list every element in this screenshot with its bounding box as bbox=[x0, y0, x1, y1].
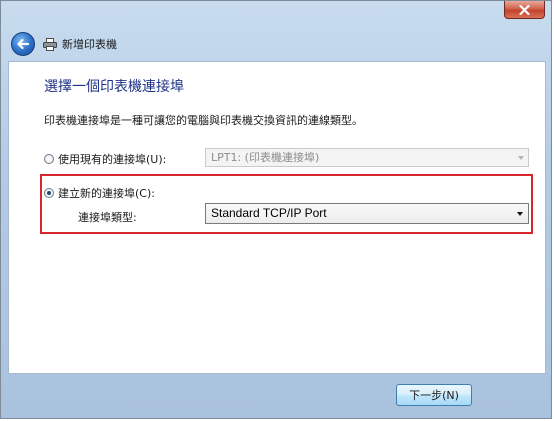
port-type-value: Standard TCP/IP Port bbox=[211, 206, 327, 220]
wizard-content: 選擇一個印表機連接埠 印表機連接埠是一種可讓您的電腦與印表機交換資訊的連線類型。… bbox=[8, 61, 546, 374]
existing-port-select: LPT1: (印表機連接埠) bbox=[205, 148, 529, 167]
page-description: 印表機連接埠是一種可讓您的電腦與印表機交換資訊的連線類型。 bbox=[44, 114, 363, 127]
dialog-window: 新增印表機 選擇一個印表機連接埠 印表機連接埠是一種可讓您的電腦與印表機交換資訊… bbox=[0, 0, 552, 419]
wizard-footer: 下一步(N) bbox=[8, 374, 546, 412]
use-existing-port-radio[interactable] bbox=[44, 154, 54, 164]
chevron-down-icon bbox=[517, 212, 523, 216]
existing-port-value: LPT1: (印表機連接埠) bbox=[211, 151, 320, 164]
use-existing-port-option[interactable]: 使用現有的連接埠(U): bbox=[44, 151, 166, 167]
page-heading: 選擇一個印表機連接埠 bbox=[44, 79, 184, 95]
back-arrow-icon bbox=[17, 38, 30, 50]
chevron-down-icon bbox=[518, 156, 524, 160]
create-new-port-option[interactable]: 建立新的連接埠(C): bbox=[44, 185, 155, 201]
port-type-label: 連接埠類型: bbox=[78, 211, 137, 224]
close-button[interactable] bbox=[504, 1, 545, 19]
printer-icon bbox=[43, 37, 57, 51]
back-button[interactable] bbox=[11, 32, 35, 56]
port-type-select[interactable]: Standard TCP/IP Port bbox=[205, 203, 529, 224]
navigation-bar: 新增印表機 bbox=[8, 27, 544, 61]
create-new-port-radio[interactable] bbox=[44, 188, 54, 198]
window-title: 新增印表機 bbox=[62, 38, 117, 51]
use-existing-port-label: 使用現有的連接埠(U): bbox=[58, 153, 167, 166]
next-button[interactable]: 下一步(N) bbox=[396, 384, 472, 406]
create-new-port-label: 建立新的連接埠(C): bbox=[58, 187, 155, 200]
close-icon bbox=[519, 4, 530, 15]
